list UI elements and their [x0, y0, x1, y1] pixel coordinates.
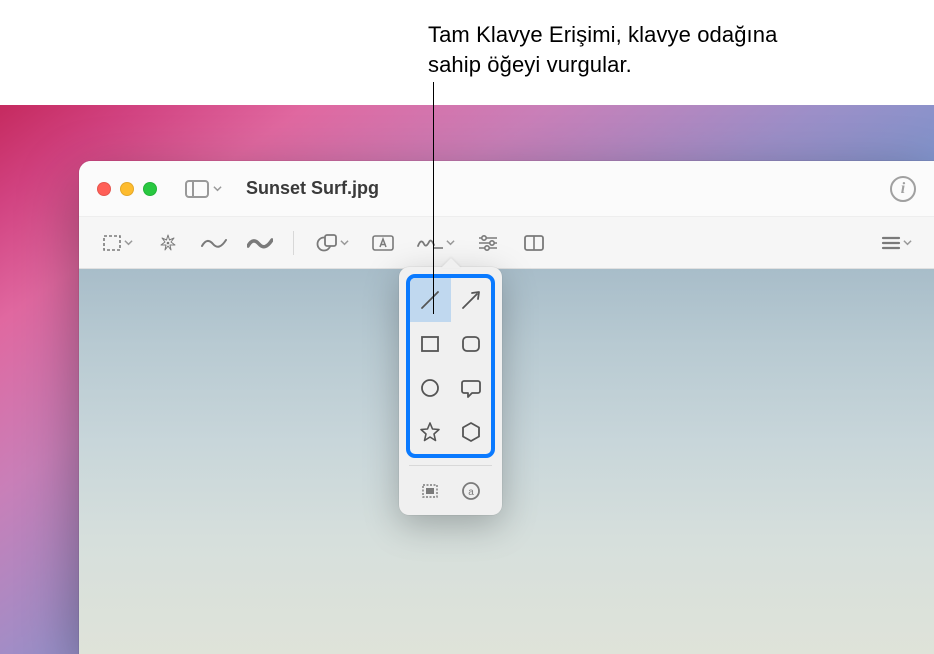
sidebar-toggle-button[interactable] [185, 180, 222, 198]
oval-icon [418, 376, 442, 400]
sketch-icon [201, 235, 227, 251]
sign-icon [416, 234, 444, 252]
line-icon [418, 288, 442, 312]
loupe-tool[interactable]: a [453, 475, 489, 507]
maximize-button[interactable] [143, 182, 157, 196]
hexagon-icon [459, 420, 483, 444]
shapes-icon [316, 233, 338, 253]
shape-arrow[interactable] [451, 278, 492, 322]
sketch-button[interactable] [193, 227, 235, 259]
chevron-down-icon [213, 184, 222, 193]
selection-tool-button[interactable] [91, 227, 143, 259]
star-icon [418, 420, 442, 444]
toolbar-separator [293, 231, 294, 255]
minimize-button[interactable] [120, 182, 134, 196]
sign-button[interactable] [408, 227, 463, 259]
crop-button[interactable] [513, 227, 555, 259]
shapes-grid-focused [406, 274, 495, 458]
instant-alpha-button[interactable] [147, 227, 189, 259]
shapes-bottom-row: a [399, 472, 502, 509]
arrow-icon [459, 288, 483, 312]
shape-line[interactable] [410, 278, 451, 322]
text-icon [371, 233, 395, 253]
callout-line [433, 82, 434, 314]
text-button[interactable] [362, 227, 404, 259]
shapes-popover: a [399, 267, 502, 515]
loupe-icon: a [459, 480, 483, 502]
highlight-tool[interactable] [412, 475, 448, 507]
shape-star[interactable] [410, 410, 451, 454]
annotation-line-1: Tam Klavye Erişimi, klavye odağına [428, 20, 777, 50]
window-title: Sunset Surf.jpg [246, 178, 379, 199]
desktop-background: Sunset Surf.jpg i [0, 105, 934, 654]
markup-toolbar [79, 217, 934, 269]
popover-divider [409, 465, 492, 466]
selection-icon [102, 234, 122, 252]
chevron-down-icon [340, 238, 349, 247]
titlebar[interactable]: Sunset Surf.jpg i [79, 161, 934, 217]
image-canvas[interactable] [79, 269, 934, 654]
shape-speech-bubble[interactable] [451, 366, 492, 410]
shape-rectangle[interactable] [410, 322, 451, 366]
chevron-down-icon [124, 238, 133, 247]
shape-hexagon[interactable] [451, 410, 492, 454]
description-button[interactable] [870, 227, 922, 259]
draw-icon [247, 235, 273, 251]
close-button[interactable] [97, 182, 111, 196]
description-icon [881, 235, 901, 251]
info-icon: i [901, 180, 905, 198]
crop-icon [523, 234, 545, 252]
annotation-callout: Tam Klavye Erişimi, klavye odağına sahip… [428, 20, 777, 79]
adjust-color-icon [477, 234, 499, 252]
highlight-icon [418, 480, 442, 502]
annotation-line-2: sahip öğeyi vurgular. [428, 50, 777, 80]
draw-button[interactable] [239, 227, 281, 259]
rounded-rectangle-icon [459, 332, 483, 356]
svg-text:a: a [468, 487, 474, 498]
speech-bubble-icon [459, 376, 483, 400]
chevron-down-icon [446, 238, 455, 247]
traffic-lights [97, 182, 157, 196]
chevron-down-icon [903, 238, 912, 247]
preview-window: Sunset Surf.jpg i [79, 161, 934, 654]
shape-rounded-rectangle[interactable] [451, 322, 492, 366]
rectangle-icon [418, 332, 442, 356]
adjust-color-button[interactable] [467, 227, 509, 259]
popover-arrow [441, 258, 461, 268]
shape-oval[interactable] [410, 366, 451, 410]
inspector-button[interactable]: i [890, 176, 916, 202]
sidebar-icon [185, 180, 209, 198]
shapes-button[interactable] [306, 227, 358, 259]
instant-alpha-icon [157, 232, 179, 254]
